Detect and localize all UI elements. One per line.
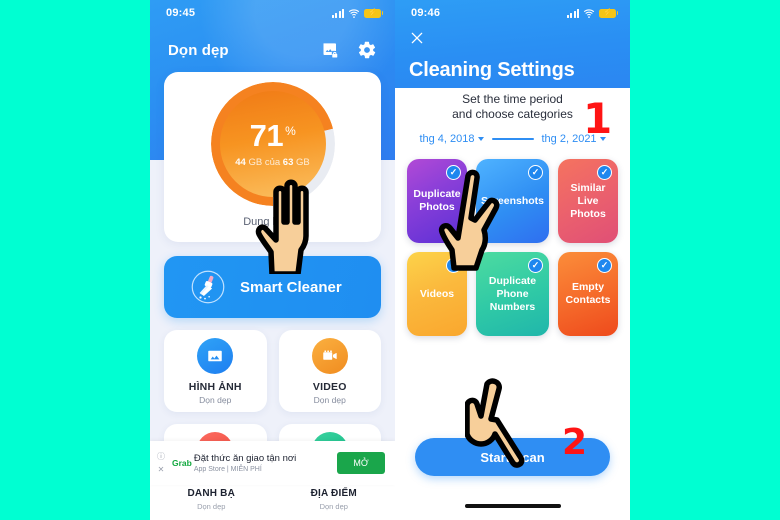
date-range-connector <box>491 138 534 140</box>
category-label: Screenshots <box>480 194 545 207</box>
wifi-icon <box>348 9 360 18</box>
bottom-nav-label: DANH BẠ <box>187 488 235 499</box>
left-status-bar: 09:45 ⚡ <box>150 0 395 26</box>
feature-tiles-row: HÌNH ẢNH Dọn dẹp VIDEO Dọn dẹp <box>164 330 381 412</box>
storage-capacity: 44 GB của 63 GB <box>235 157 310 168</box>
wifi-icon <box>583 9 595 18</box>
category-similar-live-photos[interactable]: Similar Live Photos ✓ <box>558 159 618 243</box>
bottom-nav-label: ĐỊA ĐIỂM <box>310 488 357 499</box>
instruction-line-2: and choose categories <box>452 107 573 121</box>
tile-subtitle: Dọn dẹp <box>313 394 346 405</box>
step-number-2: 2 <box>562 422 588 463</box>
category-label: Videos <box>419 287 455 300</box>
close-icon[interactable]: ✕ <box>158 465 165 474</box>
appbar-actions <box>321 40 377 60</box>
category-videos[interactable]: Videos ✓ <box>407 252 467 336</box>
info-icon[interactable]: ⓘ <box>157 452 165 461</box>
storage-label: Dung lượng <box>243 216 302 228</box>
checkmark-icon[interactable]: ✓ <box>597 258 612 273</box>
category-label: Empty Contacts <box>565 281 611 306</box>
category-duplicate-phone-numbers[interactable]: Duplicate Phone Numbers ✓ <box>475 252 550 336</box>
left-bottom-nav: DANH BẠ Dọn dẹp ĐỊA ĐIỂM Dọn dẹp <box>150 484 395 520</box>
page-title: Dọn dẹp <box>168 41 229 59</box>
ad-banner[interactable]: ⓘ ✕ Grab Đặt thức ăn giao tận nơi App St… <box>150 441 395 485</box>
checkmark-icon[interactable]: ✓ <box>445 165 461 180</box>
instruction-line-1: Set the time period <box>462 92 563 106</box>
smart-cleaner-button[interactable]: Smart Cleaner <box>164 256 381 318</box>
ad-subtitle: App Store | MIỄN PHÍ <box>193 466 262 473</box>
storage-percent: 71% <box>250 120 296 151</box>
percent-symbol: % <box>285 123 296 138</box>
ad-left-controls: ⓘ ✕ <box>150 452 172 474</box>
home-indicator <box>464 504 561 508</box>
close-icon[interactable] <box>409 30 425 46</box>
ad-text: Đặt thức ăn giao tận nơi App Store | MIỄ… <box>192 453 337 473</box>
category-grid: Duplicate Photos ✓ Screenshots ✓ Similar… <box>407 159 618 336</box>
bottom-nav-sublabel: Dọn dẹp <box>197 502 226 511</box>
storage-ring-fill: 71% 44 GB của 63 GB <box>219 91 326 197</box>
right-status-bar: 09:46 ⚡ <box>395 0 630 26</box>
video-camera-icon <box>311 337 348 374</box>
date-from-picker[interactable]: thg 4, 2018 <box>419 133 484 145</box>
gear-icon[interactable] <box>357 40 377 60</box>
battery-charging-icon: ⚡ <box>364 8 384 18</box>
signal-bars-icon <box>567 8 579 18</box>
category-duplicate-photos[interactable]: Duplicate Photos ✓ <box>407 159 467 243</box>
storage-used: 44 <box>235 157 246 168</box>
signal-bars-icon <box>332 8 344 18</box>
battery-charging-icon: ⚡ <box>599 8 619 18</box>
step-number-1: 1 <box>583 94 613 143</box>
storage-used-unit: GB <box>248 157 263 168</box>
left-appbar: Dọn dẹp <box>150 28 395 72</box>
storage-card[interactable]: 71% 44 GB của 63 GB Dung lượng <box>164 72 381 242</box>
storage-of-word: của <box>264 157 281 168</box>
ad-brand: Grab <box>172 458 192 468</box>
photo-icon <box>197 337 234 374</box>
smart-cleaner-label: Smart Cleaner <box>240 278 342 296</box>
checkmark-icon[interactable]: ✓ <box>597 165 612 180</box>
bottom-nav-item-dia-diem[interactable]: ĐỊA ĐIỂM Dọn dẹp <box>273 488 396 520</box>
tile-video[interactable]: VIDEO Dọn dẹp <box>278 330 381 412</box>
cleaning-settings-title: Cleaning Settings <box>409 59 575 81</box>
stage: 09:45 ⚡ Dọn dẹp 71 % 44 GB của 63 GB Dun… <box>0 0 780 520</box>
bottom-nav-item-danh-ba[interactable]: DANH BẠ Dọn dẹp <box>150 488 273 520</box>
ad-title: Đặt thức ăn giao tận nơi <box>193 453 297 464</box>
status-time: 09:46 <box>411 7 441 19</box>
storage-percent-value: 71 <box>249 118 284 153</box>
tile-title: HÌNH ẢNH <box>188 380 242 393</box>
bottom-nav-sublabel: Dọn dẹp <box>319 502 348 511</box>
photo-lock-icon[interactable] <box>321 40 341 60</box>
category-label: Similar Live Photos <box>570 181 606 220</box>
checkmark-icon[interactable]: ✓ <box>528 258 544 273</box>
category-label: Duplicate Photos <box>413 188 461 213</box>
storage-total-unit: GB <box>296 157 310 168</box>
right-phone-screen: 09:46 ⚡ Cleaning Settings Set the time p… <box>395 0 630 520</box>
chevron-down-icon <box>477 137 484 142</box>
storage-total: 63 <box>282 157 294 168</box>
tile-title: VIDEO <box>312 380 347 393</box>
ad-open-button[interactable]: MỞ <box>337 452 385 474</box>
tile-hinh-anh[interactable]: HÌNH ẢNH Dọn dẹp <box>164 330 267 412</box>
status-icons: ⚡ <box>332 7 384 19</box>
category-screenshots[interactable]: Screenshots ✓ <box>475 159 550 243</box>
checkmark-icon[interactable]: ✓ <box>528 165 544 180</box>
broom-cleaner-icon <box>191 270 225 304</box>
checkmark-icon[interactable]: ✓ <box>445 258 461 273</box>
status-time: 09:45 <box>166 7 196 19</box>
tile-subtitle: Dọn dẹp <box>199 394 232 405</box>
date-from-label: thg 4, 2018 <box>419 133 475 145</box>
status-icons: ⚡ <box>567 7 619 19</box>
storage-ring: 71% 44 GB của 63 GB <box>210 82 335 206</box>
category-empty-contacts[interactable]: Empty Contacts ✓ <box>558 252 618 336</box>
left-phone-screen: 09:45 ⚡ Dọn dẹp 71 % 44 GB của 63 GB Dun… <box>150 0 395 520</box>
category-label: Duplicate Phone Numbers <box>488 274 537 313</box>
